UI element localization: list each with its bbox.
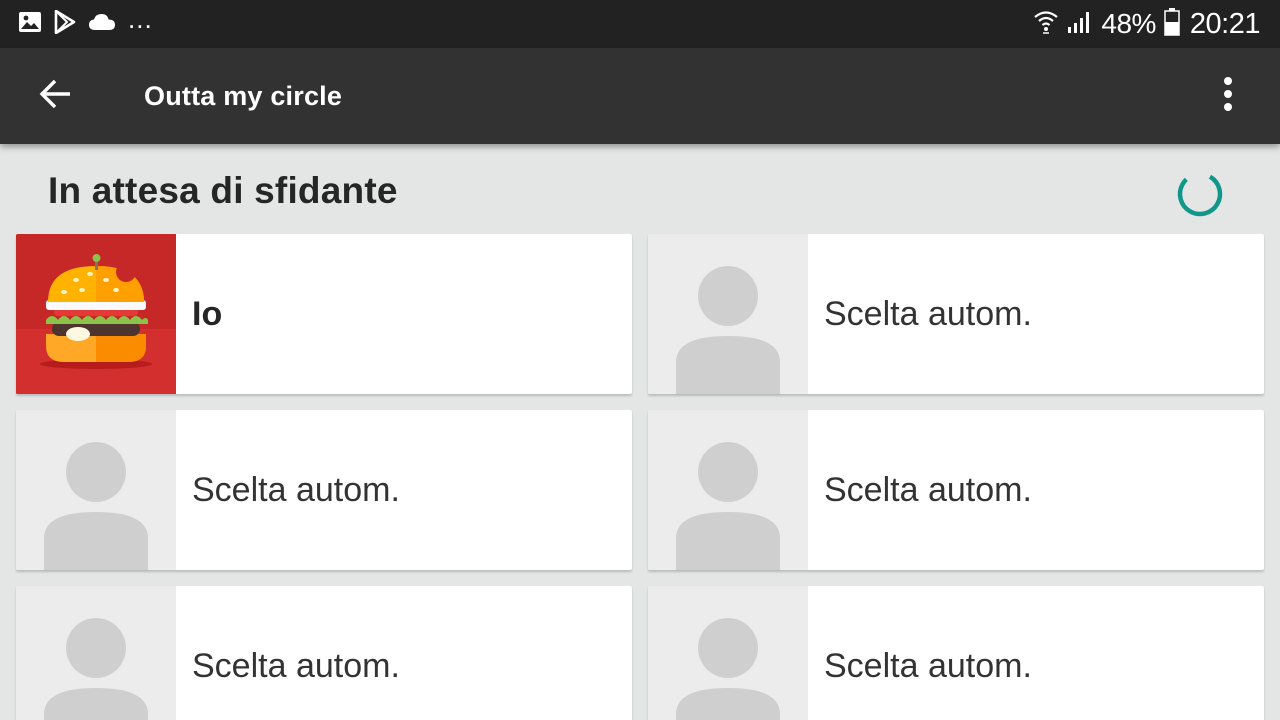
overflow-menu-button[interactable]: [1200, 68, 1256, 124]
clock: 20:21: [1189, 7, 1261, 40]
app-title: Outta my circle: [144, 80, 343, 111]
player-slot-label: Scelta autom.: [824, 646, 1032, 685]
person-placeholder-icon: [648, 234, 808, 394]
more-vert-icon: [1222, 76, 1234, 117]
player-slot-auto[interactable]: Scelta autom.: [16, 410, 632, 570]
app-bar: Outta my circle: [0, 48, 1280, 144]
person-placeholder-icon: [16, 586, 176, 720]
more-notifications-indicator: ...: [128, 4, 153, 34]
player-slot-label: Scelta autom.: [192, 646, 400, 685]
battery-icon: [1164, 7, 1180, 41]
play-store-icon: [54, 9, 76, 39]
loading-spinner: [1176, 170, 1224, 218]
status-bar-right: 48% 20:21: [1025, 7, 1261, 41]
arrow-back-icon: [38, 76, 74, 117]
player-slots-grid: Io Scelta autom. Scelta autom. Scelta au…: [16, 234, 1264, 720]
battery-percent: 48%: [1101, 8, 1156, 39]
back-button[interactable]: [28, 68, 84, 124]
burger-avatar: [16, 234, 176, 394]
player-slot-auto[interactable]: Scelta autom.: [648, 586, 1264, 720]
person-placeholder-icon: [648, 410, 808, 570]
player-slot-me[interactable]: Io: [16, 234, 632, 394]
cloud-icon: [88, 12, 116, 37]
image-icon: [18, 10, 42, 39]
wifi-icon: [1033, 9, 1059, 40]
player-slot-auto[interactable]: Scelta autom.: [648, 234, 1264, 394]
status-bar: ... 48% 20:21: [0, 0, 1280, 48]
player-slot-auto[interactable]: Scelta autom.: [16, 586, 632, 720]
section-title: In attesa di sfidante: [48, 170, 398, 211]
person-placeholder-icon: [16, 410, 176, 570]
status-bar-left: ...: [18, 6, 165, 39]
signal-icon: [1067, 10, 1093, 39]
player-slot-label: Scelta autom.: [824, 294, 1032, 333]
player-slot-label: Scelta autom.: [824, 470, 1032, 509]
player-slot-label: Scelta autom.: [192, 470, 400, 509]
player-slot-auto[interactable]: Scelta autom.: [648, 410, 1264, 570]
person-placeholder-icon: [648, 586, 808, 720]
player-slot-label: Io: [192, 294, 223, 333]
